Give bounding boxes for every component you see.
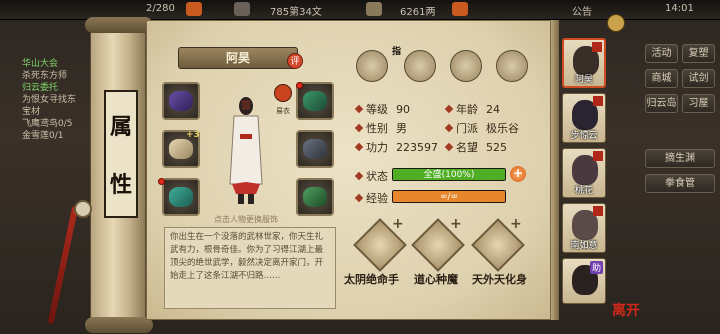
party-member-2[interactable]: 步惊云: [562, 93, 606, 143]
stat-age: 年龄 24: [444, 101, 500, 117]
notification-dot: [296, 82, 303, 89]
scroll-icon[interactable]: [404, 50, 436, 82]
battle-flag-icon: [593, 96, 603, 106]
armor-icon: [303, 139, 327, 159]
skill-name-2: 道心种魔: [414, 273, 458, 286]
skill-add-2[interactable]: +: [450, 216, 462, 232]
party-member-1[interactable]: 阿昊: [562, 38, 606, 88]
add-money-icon[interactable]: [452, 2, 468, 16]
skill-name-1: 太阴绝命手: [344, 273, 399, 286]
paper-edge: [551, 20, 559, 320]
equip-slot-bracelet[interactable]: [162, 178, 200, 216]
restore-state-button[interactable]: +: [510, 166, 526, 182]
rank-text: 785第34文: [270, 7, 322, 18]
skill-add-1[interactable]: +: [392, 216, 404, 232]
outfit-swap-icon[interactable]: [274, 84, 292, 102]
tassel-knot: [74, 200, 92, 218]
counter-text: 2/280: [146, 3, 175, 14]
bracelet-icon: [169, 187, 193, 207]
menu-practice[interactable]: 习屋: [682, 94, 715, 113]
equip-slot-armor[interactable]: [296, 130, 334, 168]
helmet-icon: [303, 91, 327, 111]
state-label: 状态: [354, 168, 388, 184]
change-outfit-hint: 点击人物更换服饰: [214, 215, 278, 224]
stat-fame: 名望 525: [444, 139, 507, 155]
battle-flag-icon: [593, 151, 603, 161]
menu-shop[interactable]: 商城: [645, 69, 678, 88]
outfit-swap-label: 易衣: [276, 107, 290, 115]
clock-text: 14:01: [665, 3, 694, 14]
evaluate-badge[interactable]: 评: [287, 53, 303, 69]
party-member-3[interactable]: 桃花: [562, 148, 606, 198]
enhance-level: +3: [186, 130, 200, 140]
menu-resculpt[interactable]: 复塑: [682, 44, 715, 63]
character-bio: 你出生在一个没落的武林世家，你天生礼武有力，根骨奇佳。你为了习得江湖上最顶尖的绝…: [164, 227, 336, 309]
add-icon[interactable]: [186, 2, 202, 16]
party-member-5[interactable]: 助: [562, 258, 606, 304]
party-member-4[interactable]: 南如意: [562, 203, 606, 253]
stat-sect: 门派 极乐谷: [444, 120, 519, 136]
boots-icon: [303, 187, 327, 207]
character-name-banner: 阿昊: [178, 47, 298, 69]
menu-guiyun[interactable]: 归云岛: [645, 94, 678, 113]
stat-power: 功力 223597: [354, 139, 438, 155]
yinyang-icon[interactable]: [450, 50, 482, 82]
equip-slot-boots[interactable]: [296, 178, 334, 216]
menu-quanshi[interactable]: 拳食管: [645, 174, 715, 193]
guide-label: 指: [392, 47, 402, 57]
exp-bar-text: ∞/∞: [439, 192, 459, 202]
meridian-icon[interactable]: [496, 50, 528, 82]
charm-icon: [169, 139, 193, 159]
stat-gender: 性别男: [354, 120, 407, 136]
close-icon[interactable]: [607, 14, 625, 32]
notification-dot: [158, 178, 165, 185]
skill-add-3[interactable]: +: [510, 216, 522, 232]
battle-flag-icon: [592, 42, 602, 52]
exp-label: 经验: [354, 190, 388, 206]
notice-link[interactable]: 公告: [572, 3, 592, 18]
rank-icon: [234, 2, 250, 16]
assist-tag: 助: [589, 261, 603, 274]
money-icon: [366, 2, 382, 16]
menu-zhaisheng[interactable]: 摘生渊: [645, 149, 715, 168]
stat-level: 等级 90: [354, 101, 410, 117]
plaque-char-top: 属: [109, 114, 132, 140]
attribute-plaque: 属 性: [104, 90, 138, 218]
character-figure[interactable]: [226, 94, 266, 206]
exp-bar: ∞/∞: [392, 190, 506, 203]
skill-name-3: 天外天化身: [472, 273, 527, 286]
state-bar: 全盛(100%): [392, 168, 506, 181]
menu-activity[interactable]: 活动: [645, 44, 678, 63]
leave-button[interactable]: 离开: [612, 300, 640, 320]
weapon-icon: [169, 91, 193, 111]
menu-trial[interactable]: 试剑: [682, 69, 715, 88]
right-menu: 活动 复塑 商城 试剑 归云岛 习屋 摘生渊 拳食管: [645, 44, 715, 199]
money-text: 6261两: [400, 7, 436, 18]
equip-slot-weapon[interactable]: [162, 82, 200, 120]
plaque-char-bottom: 性: [109, 172, 132, 198]
portrait-icon[interactable]: [356, 50, 388, 82]
battle-flag-icon: [593, 206, 603, 216]
state-bar-text: 全盛(100%): [423, 170, 475, 180]
